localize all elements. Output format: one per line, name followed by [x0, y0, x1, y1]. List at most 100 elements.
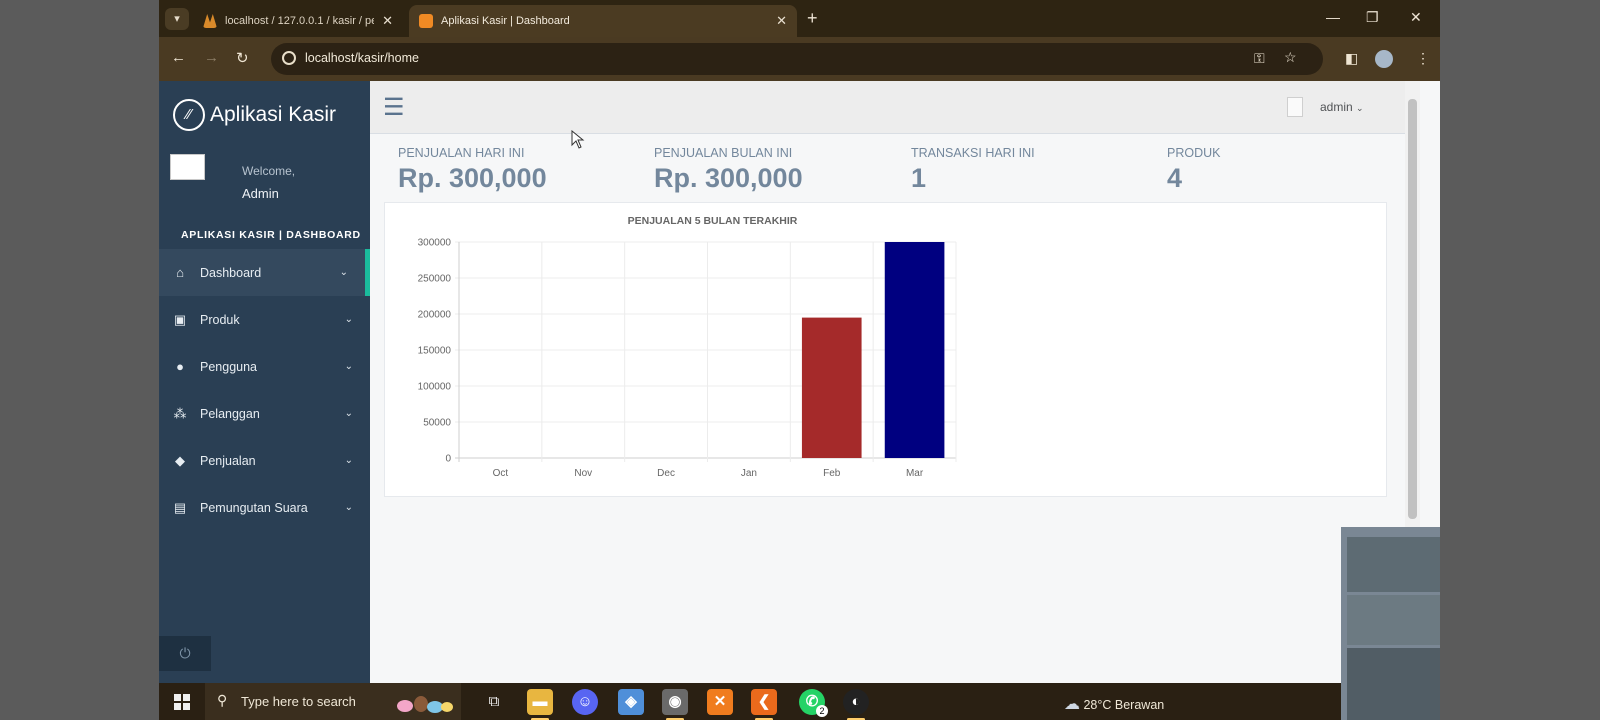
screen: ▾ localhost / 127.0.0.1 / kasir / pe ✕ A… [159, 0, 1440, 720]
site-info-icon[interactable] [282, 51, 296, 65]
stat-tile: TRANSAKSI HARI INI 1 [911, 146, 1035, 194]
tag-icon: ◆ [175, 452, 185, 468]
chevron-down-icon: ⌄ [344, 408, 353, 419]
brand-title: Aplikasi Kasir [210, 103, 337, 126]
sidebar-item-pelanggan[interactable]: ⁂ Pelanggan ⌄ [159, 390, 370, 437]
sidebar-item-label: Penjualan [200, 453, 256, 468]
briefcase-icon: ▣ [173, 311, 187, 327]
menu-toggle-icon[interactable]: ☰ [383, 93, 405, 122]
close-window-icon[interactable]: ✕ [1410, 9, 1422, 26]
y-tick-label: 50000 [423, 418, 451, 429]
sidebar-item-penjualan[interactable]: ◆ Penjualan ⌄ [159, 437, 370, 484]
browser-tab[interactable]: localhost / 127.0.0.1 / kasir / pe ✕ [193, 5, 403, 37]
sidebar-menu: ⌂ Dashboard ⌄ ▣ Produk ⌄ ● Pengguna ⌄ ⁂ … [159, 249, 370, 531]
profile-picture [170, 154, 205, 180]
windows-taskbar: ⚲ Type here to search ⧉ ▬ ☺ ◈ ◉ ✕ ❮ ✆ 2 … [159, 683, 1440, 720]
new-tab-icon[interactable]: + [807, 8, 818, 29]
forward-icon[interactable]: → [204, 49, 219, 66]
profile-avatar-icon[interactable] [1375, 50, 1393, 68]
page-scrollbar[interactable] [1405, 81, 1420, 531]
x-tick-label: Dec [657, 468, 675, 479]
x-tick-label: Jan [741, 468, 757, 479]
phpmyadmin-favicon-icon [203, 14, 217, 28]
user-avatar[interactable] [1287, 97, 1303, 117]
back-icon[interactable]: ← [171, 49, 186, 66]
sidebar-item-label: Pengguna [200, 359, 258, 374]
more-menu-icon[interactable]: ⋮ [1416, 50, 1430, 67]
logout-power-icon[interactable]: ⏻ [159, 636, 211, 671]
menu-section-title: APLIKASI KASIR | DASHBOARD [181, 229, 361, 241]
sidebar-item-produk[interactable]: ▣ Produk ⌄ [159, 296, 370, 343]
profile-name: Admin [242, 186, 279, 201]
file-explorer-icon[interactable]: ▬ [527, 689, 553, 720]
stat-tile: PENJUALAN BULAN INI Rp. 300,000 [654, 146, 803, 194]
stat-value: Rp. 300,000 [398, 163, 547, 193]
user-dropdown[interactable]: admin ⌄ [1320, 100, 1364, 114]
users-icon: ⁂ [173, 405, 187, 421]
y-tick-label: 300000 [418, 238, 452, 249]
y-tick-label: 200000 [418, 310, 452, 321]
xampp-favicon-icon [419, 14, 433, 28]
obs-record-icon[interactable]: ◐ [843, 689, 869, 720]
chrome-icon[interactable]: ◉ [662, 689, 688, 720]
stat-label: TRANSAKSI HARI INI [911, 146, 1035, 160]
x-tick-label: Mar [906, 468, 924, 479]
sidebar-item-pengguna[interactable]: ● Pengguna ⌄ [159, 343, 370, 390]
password-key-icon[interactable]: ⚿ [1254, 50, 1265, 67]
weather-widget[interactable]: ☁ 28°C Berawan [1064, 694, 1164, 714]
weather-text: 28°C Berawan [1083, 698, 1165, 712]
chevron-down-icon: ⌄ [344, 455, 353, 466]
chart-title: PENJUALAN 5 BULAN TERAKHIR [628, 215, 798, 227]
sidebar-item-label: Dashboard [200, 265, 262, 280]
whatsapp-badge: 2 [816, 705, 828, 717]
tab-title: localhost / 127.0.0.1 / kasir / pe [225, 15, 375, 27]
archive-icon: ▤ [173, 499, 187, 515]
sidebar-item-label: Pelanggan [200, 406, 260, 421]
tab-search-button[interactable]: ▾ [165, 8, 189, 30]
sidebar-item-label: Produk [200, 312, 240, 327]
xampp-icon[interactable]: ✕ [707, 689, 733, 715]
sidebar-item-label: Pemungutan Suara [200, 500, 308, 515]
browser-tab-active[interactable]: Aplikasi Kasir | Dashboard ✕ [409, 5, 797, 37]
close-tab-icon[interactable]: ✕ [776, 13, 787, 29]
home-icon: ⌂ [176, 265, 184, 280]
user-icon: ● [176, 359, 184, 374]
url-text: localhost/kasir/home [305, 51, 419, 65]
webcam-presenter-picture [1341, 527, 1440, 720]
vscode-icon[interactable]: ❮ [751, 689, 777, 720]
user-name: admin [1320, 100, 1353, 114]
brand[interactable]: ⁄⁄ Aplikasi Kasir [173, 99, 336, 131]
tab-title: Aplikasi Kasir | Dashboard [441, 15, 570, 27]
taskbar-search[interactable]: ⚲ Type here to search [205, 683, 461, 720]
search-placeholder: Type here to search [241, 694, 356, 709]
chevron-down-icon: ⌄ [1356, 103, 1364, 113]
windows-start-icon[interactable] [174, 694, 190, 710]
scrollbar-thumb[interactable] [1408, 99, 1417, 519]
stat-tile: PENJUALAN HARI INI Rp. 300,000 [398, 146, 547, 194]
address-bar[interactable]: localhost/kasir/home ⚿ ☆ [271, 43, 1323, 75]
chevron-down-icon: ⌄ [344, 502, 353, 513]
sidebar-item-dashboard[interactable]: ⌂ Dashboard ⌄ [159, 249, 370, 296]
stat-label: PENJUALAN HARI INI [398, 146, 525, 160]
welcome-text: Welcome, [242, 164, 296, 178]
restore-icon[interactable]: ❐ [1366, 9, 1379, 26]
sidebar: ⁄⁄ Aplikasi Kasir Welcome, Admin APLIKAS… [159, 81, 370, 689]
x-tick-label: Feb [823, 468, 841, 479]
chevron-down-icon: ⌄ [344, 361, 353, 372]
search-icon: ⚲ [217, 692, 228, 708]
y-tick-label: 250000 [418, 274, 452, 285]
reload-icon[interactable]: ↻ [236, 49, 249, 67]
stat-label: PENJUALAN BULAN INI [654, 146, 793, 160]
close-tab-icon[interactable]: ✕ [382, 13, 393, 29]
x-tick-label: Oct [493, 468, 509, 479]
side-panel-icon[interactable]: ◧ [1345, 50, 1358, 67]
brand-logo-icon: ⁄⁄ [173, 99, 205, 131]
discord-icon[interactable]: ☺ [572, 689, 598, 715]
y-tick-label: 100000 [418, 382, 452, 393]
task-view-icon[interactable]: ⧉ [481, 689, 507, 715]
sidebar-item-pemungutan-suara[interactable]: ▤ Pemungutan Suara ⌄ [159, 484, 370, 531]
minimize-icon[interactable]: — [1326, 9, 1340, 25]
bookmark-star-icon[interactable]: ☆ [1284, 49, 1297, 66]
stat-tile: PRODUK 4 [1167, 146, 1220, 194]
cube-app-icon[interactable]: ◈ [618, 689, 644, 715]
